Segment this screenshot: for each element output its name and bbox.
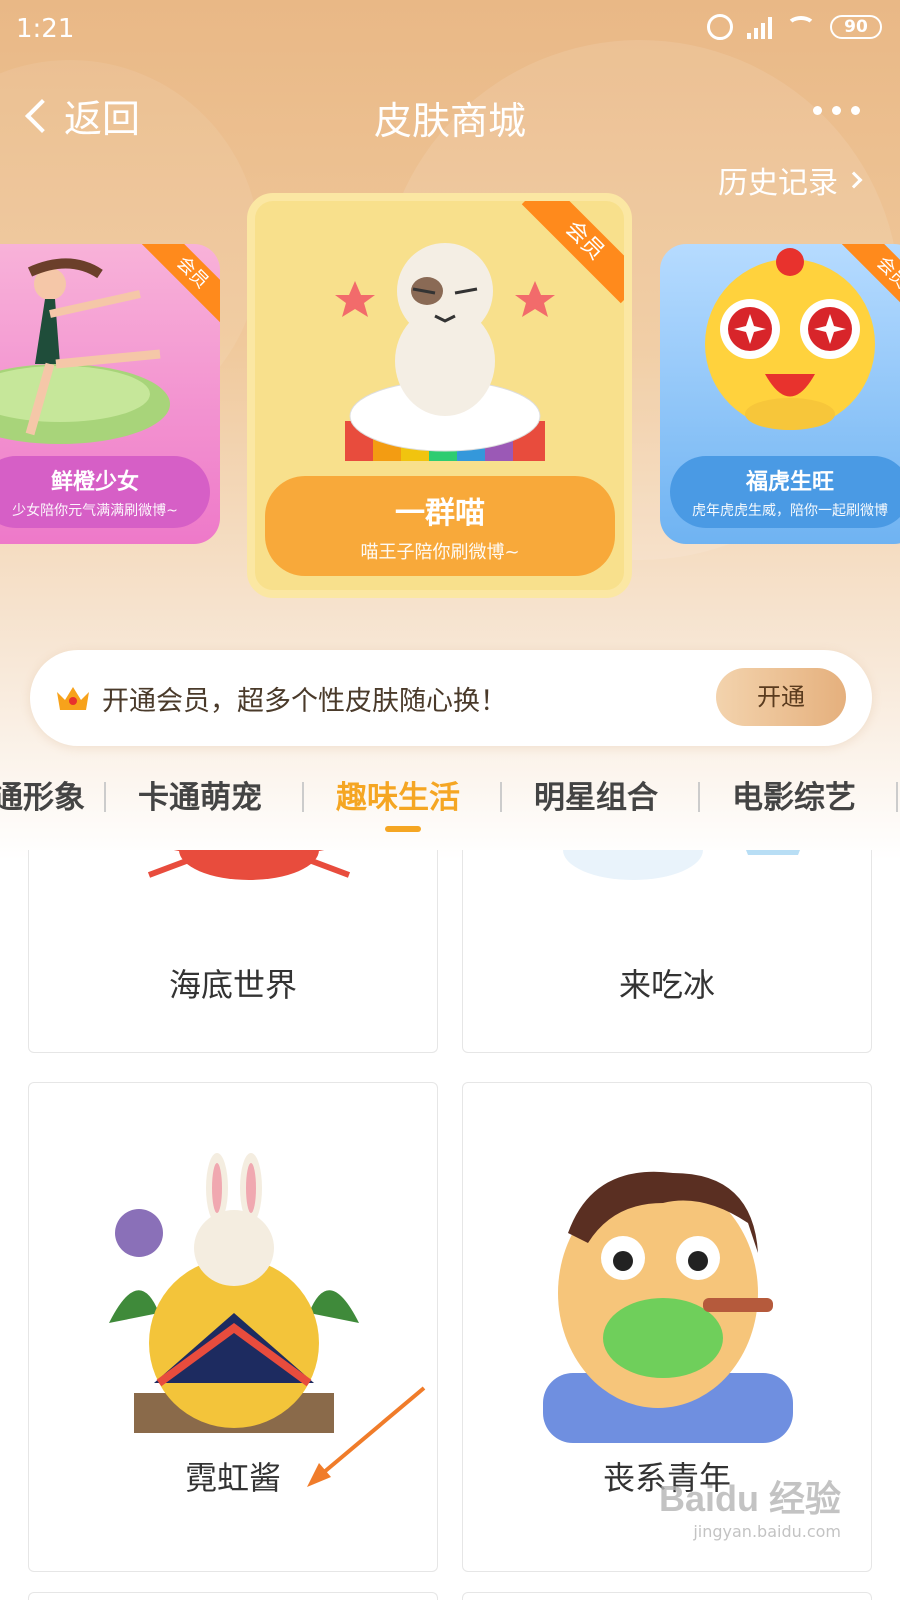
skin-item-partial <box>28 1592 438 1600</box>
skin-card-subtitle: 少女陪你元气满满刷微博~ <box>12 503 178 519</box>
skin-card-label: 鲜橙少女 少女陪你元气满满刷微博~ <box>0 456 210 528</box>
dot-icon <box>832 106 841 115</box>
wifi-icon <box>786 16 816 38</box>
status-icons: 90 <box>707 14 882 40</box>
skin-card-subtitle: 虎年虎虎生威，陪你一起刷微博 <box>692 503 888 519</box>
skin-item-label: 来吃冰 <box>618 966 715 1004</box>
skin-card-right[interactable]: 会员 福虎生旺 虎年虎虎生威，陪你一起刷微博 <box>660 244 900 544</box>
skin-card-label: 福虎生旺 虎年虎虎生威，陪你一起刷微博 <box>670 456 900 528</box>
skin-card-title: 一群喵 <box>395 496 485 531</box>
skin-item[interactable]: 丧系青年 Baidu 经验 jingyan.baidu.com <box>462 1082 872 1572</box>
status-time: 1:21 <box>16 14 75 44</box>
tiger-illustration <box>705 248 875 430</box>
ice-illustration <box>563 850 800 880</box>
tab-divider <box>500 782 502 812</box>
status-bar: 1:21 90 <box>0 0 900 60</box>
skin-item[interactable]: 来吃冰 <box>462 850 872 1053</box>
member-banner-text: 开通会员，超多个性皮肤随心换！ <box>102 685 507 717</box>
more-options-button[interactable] <box>813 106 860 115</box>
tab-star-groups[interactable]: 明星组合 <box>534 772 658 817</box>
girl-illustration <box>0 258 170 444</box>
page-title: 皮肤商城 <box>373 99 526 143</box>
skin-card-label: 一群喵 喵王子陪你刷微博~ <box>265 476 615 576</box>
history-link[interactable]: 历史记录 <box>718 158 863 202</box>
dot-icon <box>851 106 860 115</box>
chevron-right-icon <box>845 171 863 189</box>
tab-divider <box>302 782 304 812</box>
watermark-brand: Baidu 经验 <box>658 1478 841 1519</box>
tab-cartoon-image[interactable]: 通形象 <box>0 772 85 817</box>
history-label: 历史记录 <box>718 166 838 201</box>
battery-icon: 90 <box>830 15 882 39</box>
alarm-icon <box>707 14 733 40</box>
navigation-bar: 返回 皮肤商城 <box>0 80 900 150</box>
dot-icon <box>813 106 822 115</box>
skin-card-center[interactable]: 会员 一群喵 喵王子陪你刷微博~ <box>247 193 632 598</box>
crab-illustration <box>147 850 351 880</box>
signal-icon <box>747 15 772 39</box>
boy-brushing-illustration <box>543 1171 793 1443</box>
annotation-arrow <box>307 1386 426 1487</box>
tab-movies-variety[interactable]: 电影综艺 <box>732 772 856 817</box>
skin-card-left[interactable]: 会员 鲜橙少女 少女陪你元气满满刷微博~ <box>0 244 220 544</box>
skin-item-partial <box>462 1592 872 1600</box>
tab-fun-life[interactable]: 趣味生活 <box>336 772 460 817</box>
category-tabs: 通形象 卡通萌宠 趣味生活 明星组合 电影综艺 <box>0 760 900 840</box>
skin-card-title: 鲜橙少女 <box>50 470 139 495</box>
tab-divider <box>896 782 898 812</box>
skin-item[interactable]: 海底世界 <box>28 850 438 1053</box>
open-membership-button[interactable]: 开通 <box>716 668 846 726</box>
skin-item-label: 海底世界 <box>168 966 297 1004</box>
crown-icon <box>57 687 89 710</box>
tab-cute-pets[interactable]: 卡通萌宠 <box>138 772 262 817</box>
skin-card-title: 福虎生旺 <box>745 470 834 495</box>
watermark-url: jingyan.baidu.com <box>693 1522 841 1541</box>
tab-divider <box>698 782 700 812</box>
skin-item[interactable]: 霓虹酱 <box>28 1082 438 1572</box>
member-banner: 开通会员，超多个性皮肤随心换！ 开通 <box>30 650 872 746</box>
skin-card-subtitle: 喵王子陪你刷微博~ <box>360 542 520 563</box>
cat-illustration <box>335 243 555 461</box>
tab-divider <box>104 782 106 812</box>
watermark: Baidu 经验 jingyan.baidu.com <box>659 1470 841 1541</box>
active-tab-indicator <box>385 826 421 832</box>
